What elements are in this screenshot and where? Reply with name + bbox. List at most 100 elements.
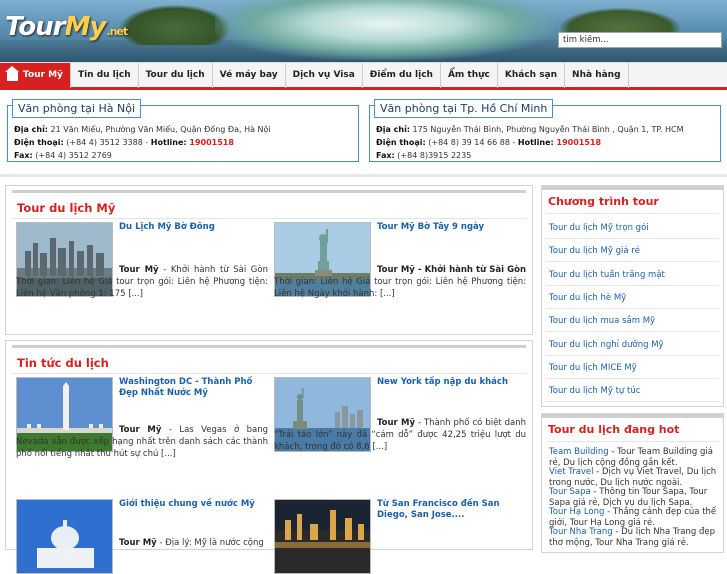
news-card-4-title[interactable]: Từ San Francisco đến San Diego, San Jose… xyxy=(377,499,527,521)
office-hcm-title: Văn phòng tại Tp. Hồ Chí Minh xyxy=(374,99,554,118)
news-section: Tin tức du lịch Washington DC - Thành Ph… xyxy=(5,340,533,574)
office-hcm-address: Địa chỉ: 175 Nguyễn Thái Bình, Phường Ng… xyxy=(376,125,684,134)
program-link-4[interactable]: Tour du lịch mua sắm Mỹ xyxy=(549,316,655,326)
nav-item-label: Khách sạn xyxy=(504,70,558,80)
hot-item-link[interactable]: Viet Travel xyxy=(549,467,594,477)
nav-item-7[interactable]: Khách sạn xyxy=(498,63,566,88)
nav-item-label: Dịch vụ Visa xyxy=(292,70,355,80)
nav-item-1[interactable]: Tin du lịch xyxy=(71,63,139,88)
news-card-1-title[interactable]: Washington DC - Thành Phố Đẹp Nhất Nước … xyxy=(119,377,269,399)
hot-box-bar xyxy=(542,414,723,418)
nav-item-label: Tour Mỹ xyxy=(23,70,63,80)
news-card-4: Từ San Francisco đến San Diego, San Jose… xyxy=(274,499,527,574)
program-link-0[interactable]: Tour du lịch Mỹ trọn gói xyxy=(549,223,649,233)
header-banner: TourMy.net xyxy=(0,0,727,62)
news-card-1: Washington DC - Thành Phố Đẹp Nhất Nước … xyxy=(16,377,268,477)
office-hcm: Văn phòng tại Tp. Hồ Chí Minh Địa chỉ: 1… xyxy=(369,99,721,162)
office-hcm-phone: Điện thoại: (+84 8) 39 14 66 88 - Hotlin… xyxy=(376,138,602,147)
program-link-separator xyxy=(546,377,719,379)
nav-item-label: Tour du lịch xyxy=(145,70,205,80)
program-link-3[interactable]: Tour du lịch hè Mỹ xyxy=(549,293,626,303)
nav-item-label: Điểm du lịch xyxy=(369,70,433,80)
program-link-7[interactable]: Tour du lịch Mỹ tự túc xyxy=(549,386,640,396)
section-divider xyxy=(0,174,727,177)
banner-fountain-image xyxy=(215,0,555,60)
tour-card-1-desc: Tour Mỹ - Khởi hành từ Sài Gòn Thời gian… xyxy=(16,265,268,299)
program-box-bar xyxy=(542,186,723,190)
program-link-separator xyxy=(546,331,719,333)
news-card-2: New York tấp nập du khách Tour Mỹ - Thàn… xyxy=(274,377,526,477)
program-link-separator xyxy=(546,307,719,309)
office-hanoi: Văn phòng tại Hà Nội Địa chỉ: 21 Văn Miế… xyxy=(7,99,359,162)
news-card-2-title[interactable]: New York tấp nập du khách xyxy=(377,377,527,388)
banner-trees-left xyxy=(120,5,230,45)
news-card-4-image[interactable] xyxy=(274,499,371,574)
sidebar: Chương trình tour Tour du lịch Mỹ trọn g… xyxy=(541,185,724,553)
program-link-5[interactable]: Tour du lịch nghỉ dưỡng Mỹ xyxy=(549,340,664,350)
hot-title: Tour du lịch đang hot xyxy=(548,423,680,436)
program-link-separator xyxy=(546,354,719,356)
office-hanoi-fax: Fax: (+84 4) 3512 2769 xyxy=(14,151,112,160)
nav-item-8[interactable]: Nhà hàng xyxy=(565,63,629,88)
nav-item-6[interactable]: Ẩm thực xyxy=(441,63,498,88)
news-card-3-desc: Tour Mỹ - Địa lý: Mỹ là nước cộng xyxy=(119,538,264,548)
hot-item-0: Team Building - Tour Team Building giá r… xyxy=(549,447,721,469)
office-hanoi-title: Văn phòng tại Hà Nội xyxy=(12,99,141,118)
office-hanoi-phone: Điện thoại: (+84 4) 3512 3388 - Hotline:… xyxy=(14,138,234,147)
tour-card-1: Du Lịch Mỹ Bờ Đông Tour Mỹ - Khởi hành t… xyxy=(16,222,268,317)
nav-item-label: Nhà hàng xyxy=(572,70,621,80)
program-link-2[interactable]: Tour du lịch tuần trăng mật xyxy=(549,270,665,280)
hot-item-link[interactable]: Team Building xyxy=(549,447,609,457)
tour-card-1-title[interactable]: Du Lịch Mỹ Bờ Đông xyxy=(119,222,269,233)
hot-box: Tour du lịch đang hot Team Building - To… xyxy=(541,413,724,553)
site-logo[interactable]: TourMy.net xyxy=(5,12,128,42)
program-link-separator xyxy=(546,261,719,263)
news-card-1-desc: Tour Mỹ - Las Vegas ở bang Nevada vẫn đư… xyxy=(16,425,268,459)
tour-card-2-desc: Tour Mỹ - Khởi hành từ Sài Gòn Thời gian… xyxy=(274,265,526,299)
logo-tour: Tour xyxy=(5,12,66,42)
logo-net: .net xyxy=(106,25,128,38)
home-icon xyxy=(5,65,19,81)
nav-item-label: Ẩm thực xyxy=(447,70,490,80)
hot-item-4: Tour Nha Trang - Du lịch Nha Trang đẹp t… xyxy=(549,527,721,549)
hot-item-3: Tour Hạ Long - Thắng cảnh đẹp của thế gi… xyxy=(549,507,721,529)
nav-item-label: Tin du lịch xyxy=(77,70,131,80)
tour-section-bar xyxy=(12,190,526,193)
search-input[interactable] xyxy=(558,32,722,48)
tour-section-title: Tour du lịch Mỹ xyxy=(17,201,116,215)
nav-item-5[interactable]: Điểm du lịch xyxy=(363,63,441,88)
nav-item-4[interactable]: Dịch vụ Visa xyxy=(286,63,363,88)
news-section-bar xyxy=(12,345,526,348)
program-link-6[interactable]: Tour du lịch MICE Mỹ xyxy=(549,363,637,373)
news-section-title: Tin tức du lịch xyxy=(17,356,109,370)
nav-item-label: Vé máy bay xyxy=(219,70,278,80)
nav-item-0[interactable]: Tour Mỹ xyxy=(0,63,71,88)
hot-item-1: Viet Travel - Dịch vụ Viet Travel, Du lị… xyxy=(549,467,721,489)
nav-item-2[interactable]: Tour du lịch xyxy=(139,63,213,88)
tour-section: Tour du lịch Mỹ Du Lịch Mỹ Bờ Đông Tour … xyxy=(5,185,533,335)
hot-item-link[interactable]: Tour Sapa xyxy=(549,487,591,497)
program-link-separator xyxy=(546,401,719,403)
program-link-separator xyxy=(546,238,719,239)
hot-title-separator xyxy=(546,441,719,442)
tour-section-separator xyxy=(12,218,526,219)
program-link-separator xyxy=(546,284,719,286)
office-hanoi-address: Địa chỉ: 21 Văn Miếu, Phường Văn Miếu, Q… xyxy=(14,125,271,134)
program-title-separator xyxy=(546,213,719,214)
news-section-separator xyxy=(12,373,526,374)
main-nav: Tour Mỹ Tin du lịch Tour du lịch Vé máy bay… xyxy=(0,62,727,90)
logo-my: My xyxy=(64,12,107,42)
program-title: Chương trình tour xyxy=(548,195,659,208)
program-box: Chương trình tour Tour du lịch Mỹ trọn g… xyxy=(541,185,724,407)
news-card-2-desc: Tour Mỹ - Thành phố có biệt danh “Trái t… xyxy=(274,418,526,452)
hot-item-2: Tour Sapa - Thông tin Tour Sapa, Tour Sa… xyxy=(549,487,721,509)
nav-item-3[interactable]: Vé máy bay xyxy=(213,63,286,88)
office-hcm-fax: Fax: (+84 8)3915 2235 xyxy=(376,151,472,160)
news-card-3: Giới thiệu chung về nước Mỹ Tour Mỹ - Đị… xyxy=(16,499,269,574)
tour-card-2: Tour Mỹ Bờ Tây 9 ngày Tour Mỹ - Khởi hàn… xyxy=(274,222,526,317)
news-card-3-title[interactable]: Giới thiệu chung về nước Mỹ xyxy=(119,499,269,510)
tour-card-2-title[interactable]: Tour Mỹ Bờ Tây 9 ngày xyxy=(377,222,527,233)
hot-item-link[interactable]: Tour Hạ Long xyxy=(549,507,604,517)
program-link-1[interactable]: Tour du lịch Mỹ giá rẻ xyxy=(549,246,640,256)
hot-item-link[interactable]: Tour Nha Trang xyxy=(549,527,613,537)
